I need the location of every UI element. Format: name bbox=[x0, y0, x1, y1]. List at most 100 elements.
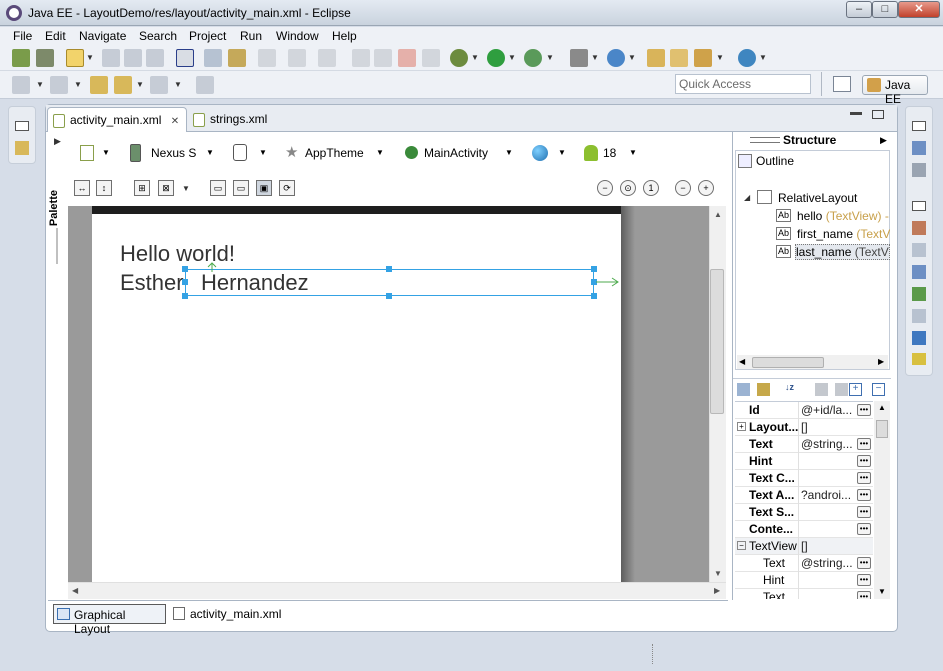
console-icon[interactable] bbox=[912, 331, 926, 345]
run-icon[interactable] bbox=[487, 49, 505, 67]
device-icon[interactable] bbox=[130, 144, 141, 162]
ellipsis-button[interactable]: ••• bbox=[857, 574, 871, 586]
chevron-down-icon[interactable]: ▼ bbox=[376, 148, 384, 157]
chevron-right-icon[interactable]: ▶ bbox=[878, 357, 884, 366]
data-source-icon[interactable] bbox=[912, 287, 926, 301]
ellipsis-button[interactable]: ••• bbox=[857, 438, 871, 450]
property-value[interactable] bbox=[798, 572, 855, 589]
resize-handle[interactable] bbox=[386, 266, 392, 272]
property-value[interactable] bbox=[798, 470, 855, 487]
device-selector[interactable]: Nexus S bbox=[151, 146, 196, 160]
tree-item-hello[interactable]: hello (TextView) - bbox=[797, 209, 890, 223]
format-icon[interactable] bbox=[204, 49, 222, 67]
skip-breakpoints-icon[interactable] bbox=[176, 49, 194, 67]
menu-navigate[interactable]: Navigate bbox=[79, 28, 126, 44]
gravity-icon[interactable]: ⊠ bbox=[158, 180, 174, 196]
build-icon[interactable] bbox=[228, 49, 246, 67]
first-name-textview[interactable]: Esther bbox=[120, 270, 184, 296]
save-icon[interactable] bbox=[102, 49, 120, 67]
chevron-down-icon[interactable]: ▼ bbox=[174, 80, 182, 90]
palette-label[interactable]: Palette bbox=[48, 190, 66, 226]
property-value[interactable]: @string... bbox=[798, 436, 855, 453]
property-value[interactable] bbox=[798, 521, 855, 538]
scroll-thumb[interactable] bbox=[710, 269, 724, 414]
property-row[interactable]: Id @+id/la... ••• bbox=[735, 402, 873, 419]
property-value[interactable] bbox=[798, 453, 855, 470]
locale-globe-icon[interactable] bbox=[532, 145, 548, 161]
menu-search[interactable]: Search bbox=[139, 28, 177, 44]
step-into-icon[interactable] bbox=[258, 49, 276, 67]
chevron-down-icon[interactable]: ▼ bbox=[505, 148, 513, 157]
resume-icon[interactable] bbox=[352, 49, 370, 67]
menu-run[interactable]: Run bbox=[240, 28, 262, 44]
tree-item-last-name[interactable]: last_name (TextVi bbox=[795, 244, 890, 260]
new-icon[interactable] bbox=[66, 49, 84, 67]
fill-height-icon[interactable]: ↕ bbox=[96, 180, 112, 196]
property-row[interactable]: − TextView[] bbox=[735, 538, 873, 555]
expand-icon[interactable]: + bbox=[737, 422, 746, 431]
project-explorer-icon[interactable] bbox=[15, 141, 29, 155]
orientation-icon[interactable] bbox=[233, 144, 247, 161]
property-row[interactable]: Text C... ••• bbox=[735, 470, 873, 487]
menu-help[interactable]: Help bbox=[332, 28, 357, 44]
download-icon[interactable] bbox=[12, 49, 30, 67]
next-annotation-icon[interactable] bbox=[12, 76, 30, 94]
property-row[interactable]: Hint ••• bbox=[735, 453, 873, 470]
tab-activity-main-xml[interactable]: activity_main.xml ✕ bbox=[47, 107, 187, 132]
property-row[interactable]: Conte... ••• bbox=[735, 521, 873, 538]
new-java-class-icon[interactable] bbox=[607, 49, 625, 67]
property-row[interactable]: Text A... ?androi... ••• bbox=[735, 487, 873, 504]
perspective-javaee-button[interactable]: Java EE bbox=[862, 75, 928, 106]
align-bottom-icon[interactable]: ▭ bbox=[233, 180, 249, 196]
tab-graphical-layout[interactable]: Graphical Layout bbox=[53, 604, 166, 636]
properties-icon[interactable] bbox=[912, 243, 926, 257]
forward-arrow-icon[interactable] bbox=[150, 76, 168, 94]
property-row[interactable]: Text @string... ••• bbox=[735, 555, 873, 572]
chevron-down-icon[interactable]: ▼ bbox=[714, 569, 722, 578]
property-value[interactable] bbox=[798, 589, 855, 599]
chevron-down-icon[interactable]: ▼ bbox=[628, 53, 636, 63]
chevron-down-icon[interactable]: ▼ bbox=[558, 148, 566, 157]
chevron-down-icon[interactable]: ▼ bbox=[878, 587, 886, 596]
resize-handle[interactable] bbox=[182, 279, 188, 285]
chevron-down-icon[interactable]: ▼ bbox=[471, 53, 479, 63]
show-categories-icon[interactable] bbox=[737, 383, 750, 396]
property-value[interactable]: ?androi... bbox=[798, 487, 855, 504]
ellipsis-button[interactable]: ••• bbox=[857, 557, 871, 569]
resize-handle[interactable] bbox=[591, 293, 597, 299]
open-perspective-icon[interactable] bbox=[833, 76, 851, 92]
resize-handle[interactable] bbox=[386, 293, 392, 299]
menu-project[interactable]: Project bbox=[189, 28, 226, 44]
minimize-view-icon[interactable] bbox=[850, 112, 862, 115]
run-external-icon[interactable] bbox=[524, 49, 542, 67]
ellipsis-button[interactable]: ••• bbox=[857, 591, 871, 599]
property-row[interactable]: Text @string... ••• bbox=[735, 436, 873, 453]
chevron-right-icon[interactable]: ▶ bbox=[880, 135, 887, 146]
chevron-down-icon[interactable]: ▼ bbox=[629, 148, 637, 157]
collapse-icon[interactable]: − bbox=[737, 541, 746, 550]
chevron-down-icon[interactable]: ▼ bbox=[546, 53, 554, 63]
ellipsis-button[interactable]: ••• bbox=[857, 506, 871, 518]
api-level-selector[interactable]: 18 bbox=[603, 146, 616, 160]
sort-alpha-icon[interactable]: ↓z bbox=[785, 382, 801, 397]
canvas-horizontal-scrollbar[interactable]: ◀ ▶ bbox=[68, 582, 726, 599]
align-top-icon[interactable]: ▭ bbox=[210, 180, 226, 196]
back-arrow-icon[interactable] bbox=[114, 76, 132, 94]
prev-annotation-icon[interactable] bbox=[50, 76, 68, 94]
quick-access-input[interactable]: Quick Access bbox=[675, 74, 811, 94]
property-row[interactable]: Text ••• bbox=[735, 589, 873, 599]
zoom-100-icon[interactable]: 1 bbox=[643, 180, 659, 196]
chevron-down-icon[interactable]: ▼ bbox=[136, 80, 144, 90]
ellipsis-button[interactable]: ••• bbox=[857, 404, 871, 416]
restore-icon[interactable] bbox=[912, 201, 926, 211]
chevron-down-icon[interactable]: ▼ bbox=[182, 184, 190, 194]
chevron-down-icon[interactable]: ▼ bbox=[206, 148, 214, 157]
ellipsis-button[interactable]: ••• bbox=[857, 455, 871, 467]
close-button[interactable]: ✕ bbox=[898, 1, 940, 18]
zoom-out-icon[interactable]: − bbox=[675, 180, 691, 196]
search-wand-icon[interactable] bbox=[694, 49, 712, 67]
show-advanced-icon[interactable] bbox=[757, 383, 770, 396]
refresh-layout-icon[interactable]: ⟳ bbox=[279, 180, 295, 196]
new-server-icon[interactable] bbox=[570, 49, 588, 67]
property-row[interactable]: Text S... ••• bbox=[735, 504, 873, 521]
